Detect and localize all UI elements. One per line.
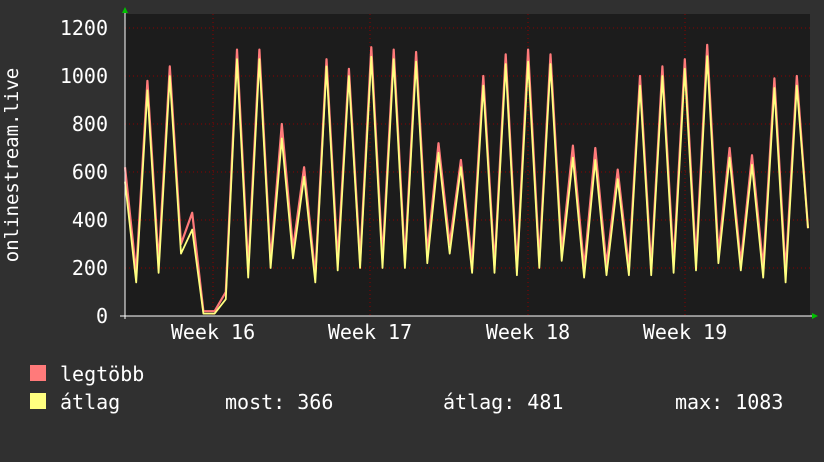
y-tick-label-0: 0 xyxy=(96,304,108,328)
legend-entry-max: legtöbb xyxy=(30,362,144,386)
y-tick-label-6: 1200 xyxy=(60,16,108,40)
y-tick-label-4: 800 xyxy=(72,112,108,136)
legend-swatch-max xyxy=(30,365,46,381)
chart: 020040060080010001200 Week 16 Week 17 Week… xyxy=(1,7,818,344)
y-axis-arrow-icon xyxy=(122,7,128,13)
y-tick-labels: 0 200 400 600 800 1000 1200 xyxy=(60,16,108,328)
stat-maximum: max: 1083 xyxy=(675,390,784,414)
y-tick-label-3: 600 xyxy=(72,160,108,184)
y-tick-label-1: 200 xyxy=(72,256,108,280)
x-tick-label-2: Week 18 xyxy=(486,320,570,344)
legend-label-max: legtöbb xyxy=(60,362,145,386)
legend-label-avg: átlag xyxy=(60,390,121,414)
y-tick-label-5: 1000 xyxy=(60,64,108,88)
legend-entry-avg: átlag xyxy=(30,390,120,414)
y-axis-label: onlinestream.live xyxy=(1,68,23,262)
y-tick-label-2: 400 xyxy=(72,208,108,232)
x-tick-labels: Week 16 Week 17 Week 18 Week 19 xyxy=(171,320,727,344)
x-tick-label-0: Week 16 xyxy=(171,320,255,344)
stat-average: átlag: 481 xyxy=(443,390,564,414)
x-tick-label-1: Week 17 xyxy=(328,320,412,344)
x-tick-label-3: Week 19 xyxy=(643,320,727,344)
x-axis-arrow-icon xyxy=(812,313,818,319)
stat-current: most: 366 xyxy=(225,390,334,414)
legend-swatch-avg xyxy=(30,393,46,409)
